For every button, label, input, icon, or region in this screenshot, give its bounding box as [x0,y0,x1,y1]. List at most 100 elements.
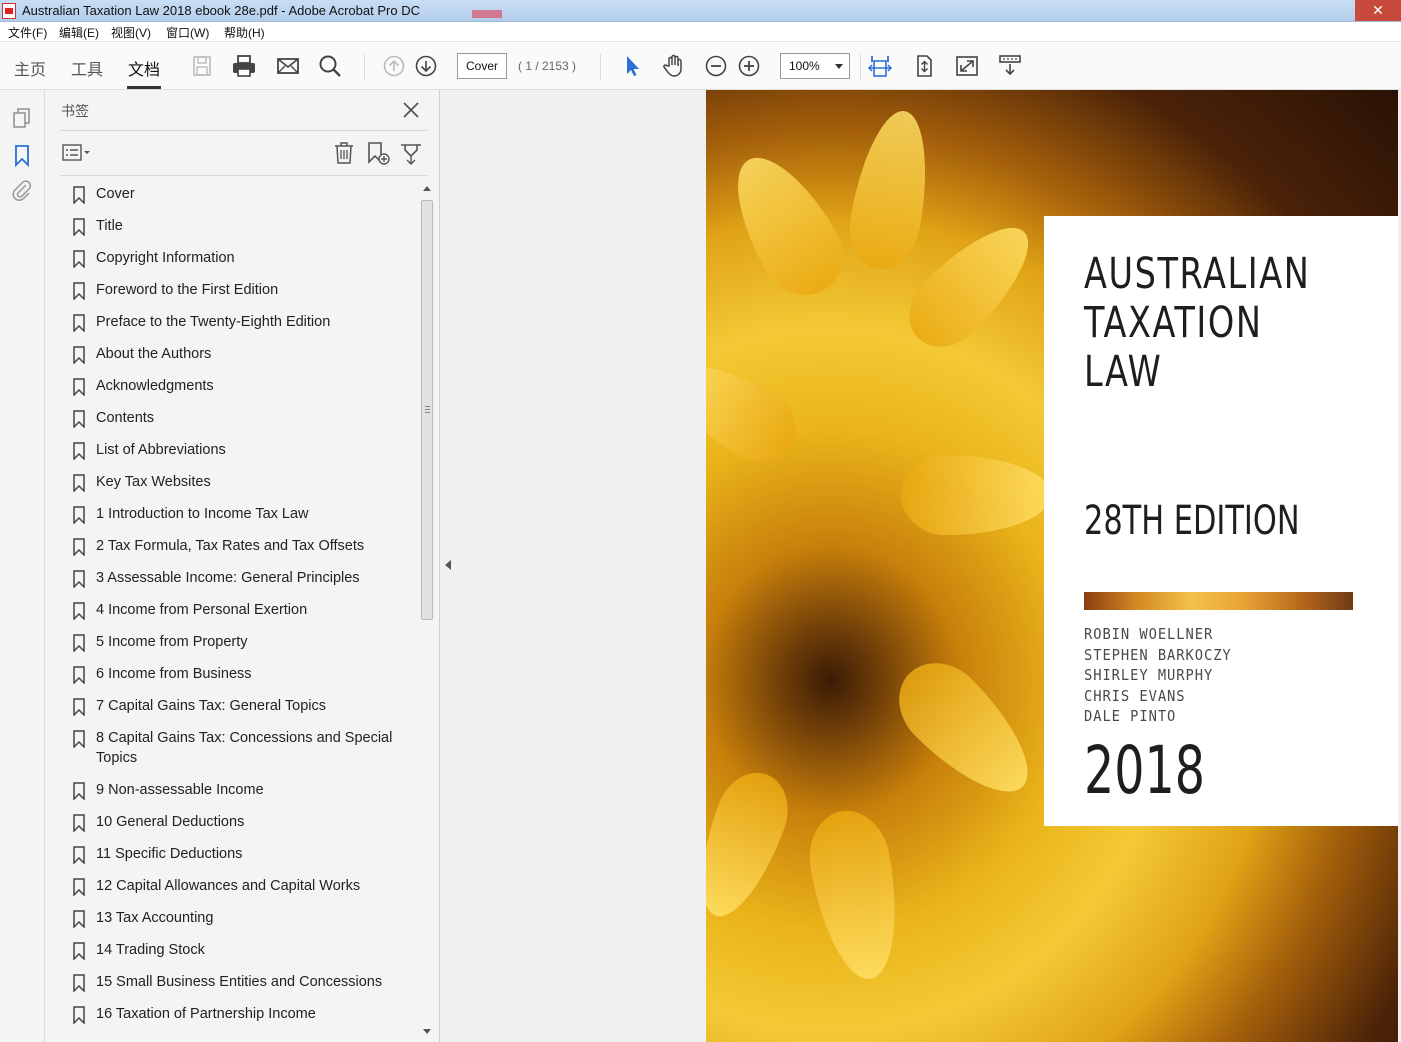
bookmark-icon [73,378,85,396]
bookmark-icon [73,506,85,524]
bookmark-item[interactable]: 16 Taxation of Partnership Income [45,1004,415,1024]
tab-document[interactable]: 文档 [128,56,160,80]
read-mode-icon[interactable] [996,52,1024,80]
bookmark-item[interactable]: 12 Capital Allowances and Capital Works [45,876,415,896]
bookmark-label: Copyright Information [96,250,235,266]
page-number-input[interactable]: Cover [457,53,507,79]
author-name: SHIRLEY MURPHY [1084,666,1214,684]
menu-window[interactable]: 窗口(W) [166,24,209,41]
save-icon[interactable] [188,52,216,80]
titlebar-decoration [472,10,502,18]
bookmarks-panel: 书签 Cover Title Copyright Information Forewo… [45,90,440,1042]
bookmark-options-icon[interactable] [61,142,93,164]
scroll-down-icon[interactable] [423,1029,431,1034]
attachments-icon[interactable] [10,178,34,202]
page-thumbnails-icon[interactable] [10,106,34,130]
flower-petal [881,645,1051,815]
hand-tool-icon[interactable] [660,52,688,80]
bookmark-label: 14 Trading Stock [96,942,205,958]
window-close-button[interactable]: ✕ [1355,0,1401,21]
tab-tools[interactable]: 工具 [71,56,103,80]
scrollbar-thumb[interactable] [421,200,433,620]
new-bookmark-icon[interactable] [365,140,391,166]
author-name: DALE PINTO [1084,707,1177,725]
bookmark-item[interactable]: Preface to the Twenty-Eighth Edition [45,312,415,332]
email-icon[interactable] [274,52,302,80]
book-authors: ROBIN WOELLNER STEPHEN BARKOCZY SHIRLEY … [1084,624,1232,727]
fullscreen-icon[interactable] [953,52,981,80]
menu-view[interactable]: 视图(V) [111,24,151,41]
prev-page-icon[interactable] [380,52,408,80]
zoom-select[interactable]: 100% [780,53,850,79]
author-name: STEPHEN BARKOCZY [1084,645,1232,664]
bookmark-label: 6 Income from Business [96,666,252,682]
bookmarks-panel-icon[interactable] [10,143,34,168]
bookmark-item[interactable]: 15 Small Business Entities and Concessio… [45,972,415,992]
bookmark-icon [73,814,85,832]
bookmark-item[interactable]: 6 Income from Business [45,664,415,684]
scroll-up-icon[interactable] [423,186,431,191]
select-cursor-icon[interactable] [618,52,646,80]
zoom-out-icon[interactable] [702,52,730,80]
bookmark-label: Key Tax Websites [96,474,211,490]
bookmark-item[interactable]: Acknowledgments [45,376,415,396]
bookmark-icon [73,250,85,268]
bookmark-item[interactable]: Title [45,216,415,236]
bookmark-list: Cover Title Copyright Information Foreword … [45,184,415,1036]
left-navigation-rail [0,90,45,1042]
bookmark-label: Contents [96,410,155,426]
bookmark-label: 13 Tax Accounting [96,910,214,926]
bookmark-item[interactable]: 8 Capital Gains Tax: Concessions and Spe… [45,728,415,768]
panel-divider [60,130,427,131]
next-page-icon[interactable] [412,52,440,80]
bookmark-item[interactable]: 11 Specific Deductions [45,844,415,864]
menu-file[interactable]: 文件(F) [8,24,47,41]
bookmark-item[interactable]: Foreword to the First Edition [45,280,415,300]
main-toolbar: 主页 工具 文档 Cover ( 1 / 2153 ) 100% [0,42,1401,90]
page-count: ( 1 / 2153 ) [518,59,577,73]
collapse-panel-icon[interactable] [445,560,451,570]
tab-home[interactable]: 主页 [14,56,46,80]
bookmark-item[interactable]: 2 Tax Formula, Tax Rates and Tax Offsets [45,536,415,556]
close-icon[interactable] [400,99,422,121]
bookmark-icon [73,602,85,620]
flower-petal [706,344,810,476]
bookmark-item[interactable]: Key Tax Websites [45,472,415,492]
book-year: 2018 [1084,732,1205,809]
fit-page-icon[interactable] [910,52,938,80]
bookmark-item[interactable]: 9 Non-assessable Income [45,780,415,800]
bookmark-item[interactable]: List of Abbreviations [45,440,415,460]
bookmark-icon [73,474,85,492]
bookmark-icon [73,570,85,588]
book-edition: 28TH EDITION [1084,498,1300,544]
bookmark-item[interactable]: Contents [45,408,415,428]
bookmark-item[interactable]: 4 Income from Personal Exertion [45,600,415,620]
bookmark-icon [73,878,85,896]
menu-bar: 文件(F) 编辑(E) 视图(V) 窗口(W) 帮助(H) [0,22,1401,42]
bookmark-item[interactable]: Cover [45,184,415,204]
bookmark-label: 12 Capital Allowances and Capital Works [96,878,361,894]
search-icon[interactable] [316,52,344,80]
bookmark-scrollbar[interactable] [419,182,435,1038]
bookmark-item[interactable]: 5 Income from Property [45,632,415,652]
fit-width-icon[interactable] [866,52,894,80]
bookmark-icon [73,782,85,800]
bookmark-label: 1 Introduction to Income Tax Law [96,506,309,522]
bookmark-item[interactable]: 10 General Deductions [45,812,415,832]
bookmark-label: 16 Taxation of Partnership Income [96,1006,316,1022]
bookmark-item[interactable]: Copyright Information [45,248,415,268]
flower-petal [801,804,911,986]
print-icon[interactable] [230,52,258,80]
bookmark-item[interactable]: 13 Tax Accounting [45,908,415,928]
menu-help[interactable]: 帮助(H) [224,24,265,41]
bookmark-item[interactable]: 7 Capital Gains Tax: General Topics [45,696,415,716]
bookmark-item[interactable]: 14 Trading Stock [45,940,415,960]
bookmark-item[interactable]: 3 Assessable Income: General Principles [45,568,415,588]
zoom-in-icon[interactable] [735,52,763,80]
bookmark-item[interactable]: About the Authors [45,344,415,364]
toolbar-separator [600,54,601,80]
menu-edit[interactable]: 编辑(E) [59,24,99,41]
expand-bookmark-icon[interactable] [398,140,424,166]
bookmark-item[interactable]: 1 Introduction to Income Tax Law [45,504,415,524]
delete-bookmark-icon[interactable] [331,140,357,166]
